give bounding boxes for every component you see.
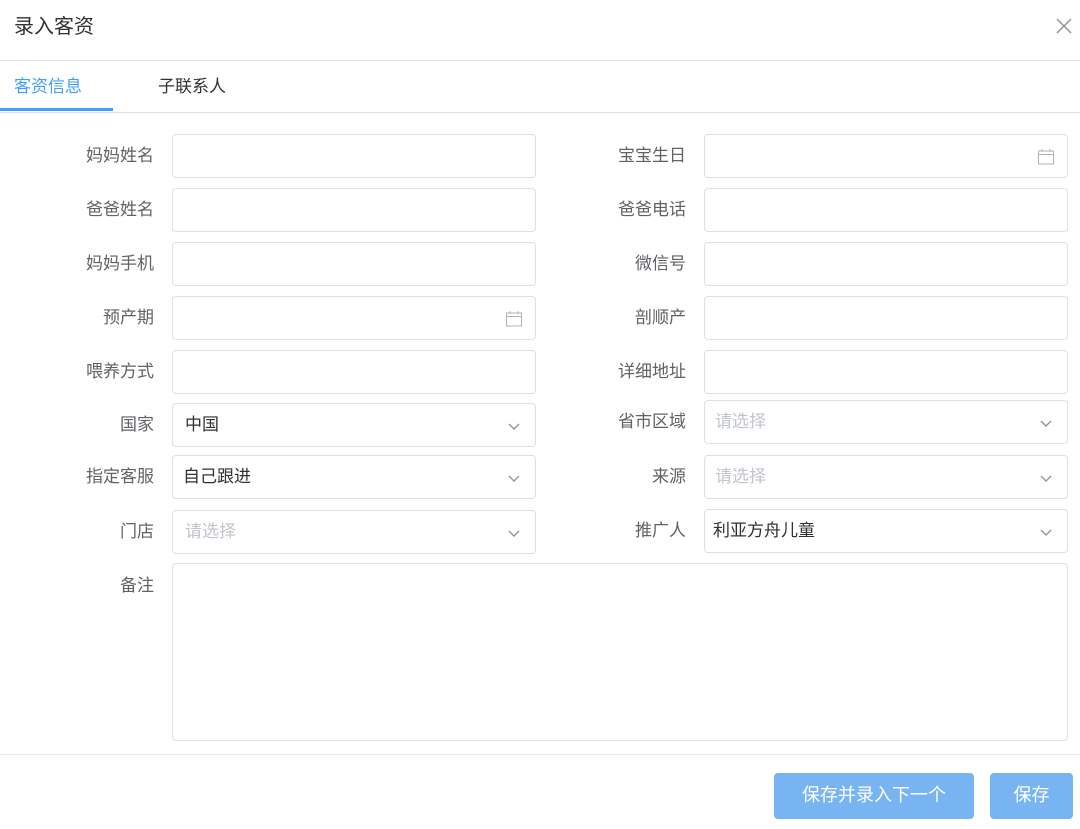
father-phone-input[interactable] (705, 189, 1067, 231)
source-label: 来源 (652, 467, 686, 487)
wechat-label: 微信号 (635, 254, 686, 274)
remark-field (172, 563, 1068, 741)
chevron-down-icon (508, 423, 520, 430)
address-field (704, 350, 1068, 394)
mother-name-input[interactable] (173, 135, 535, 177)
region-select[interactable]: 请选择 (704, 400, 1068, 444)
tab-bar: 客资信息 子联系人 (0, 62, 1080, 113)
baby-birthday-input[interactable] (705, 135, 1067, 177)
baby-birthday-label: 宝宝生日 (618, 146, 686, 166)
father-name-input[interactable] (173, 189, 535, 231)
father-phone-label: 爸爸电话 (618, 200, 686, 220)
remark-label: 备注 (120, 576, 154, 596)
mother-mobile-input[interactable] (173, 243, 535, 285)
store-placeholder: 请选择 (185, 522, 236, 542)
remark-textarea[interactable] (173, 564, 1067, 740)
tab-sub-contacts[interactable]: 子联系人 (158, 62, 226, 110)
mother-name-field (172, 134, 536, 178)
source-select[interactable]: 请选择 (704, 455, 1068, 499)
father-phone-field (704, 188, 1068, 232)
promoter-select[interactable]: 利亚方舟儿童 (704, 509, 1068, 553)
country-selected-value: 中国 (185, 415, 219, 435)
due-date-label: 预产期 (103, 308, 154, 328)
mother-name-label: 妈妈姓名 (86, 146, 154, 166)
close-button[interactable] (1052, 14, 1076, 38)
chevron-down-icon (1040, 529, 1052, 536)
baby-birthday-field (704, 134, 1068, 178)
dialog-title: 录入客资 (14, 14, 94, 38)
dialog-header: 录入客资 (0, 0, 1080, 61)
save-and-next-button[interactable]: 保存并录入下一个 (774, 773, 974, 819)
father-name-label: 爸爸姓名 (86, 200, 154, 220)
store-select[interactable]: 请选择 (172, 510, 536, 554)
feeding-label: 喂养方式 (86, 362, 154, 382)
source-placeholder: 请选择 (715, 467, 766, 487)
feeding-field (172, 350, 536, 394)
chevron-down-icon (508, 475, 520, 482)
address-label: 详细地址 (618, 362, 686, 382)
due-date-input[interactable] (173, 297, 535, 339)
promoter-selected-value: 利亚方舟儿童 (713, 521, 815, 541)
chevron-down-icon (508, 530, 520, 537)
country-select[interactable]: 中国 (172, 403, 536, 447)
service-select[interactable]: 自己跟进 (172, 455, 536, 499)
country-label: 国家 (120, 415, 154, 435)
delivery-type-label: 剖顺产 (635, 308, 686, 328)
dialog-footer: 保存并录入下一个 保存 (0, 754, 1080, 829)
feeding-input[interactable] (173, 351, 535, 393)
father-name-field (172, 188, 536, 232)
wechat-input[interactable] (705, 243, 1067, 285)
mother-mobile-field (172, 242, 536, 286)
calendar-icon[interactable] (1037, 148, 1055, 166)
chevron-down-icon (1040, 475, 1052, 482)
region-placeholder: 请选择 (715, 412, 766, 432)
active-tab-indicator (0, 108, 113, 111)
delivery-type-field (704, 296, 1068, 340)
wechat-field (704, 242, 1068, 286)
due-date-field (172, 296, 536, 340)
service-selected-value: 自己跟进 (183, 467, 251, 487)
delivery-type-input[interactable] (705, 297, 1067, 339)
close-icon (1056, 18, 1072, 34)
calendar-icon[interactable] (505, 310, 523, 328)
chevron-down-icon (1040, 420, 1052, 427)
address-input[interactable] (705, 351, 1067, 393)
save-button[interactable]: 保存 (990, 773, 1073, 819)
promoter-label: 推广人 (635, 521, 686, 541)
tab-customer-info[interactable]: 客资信息 (14, 62, 82, 110)
service-label: 指定客服 (86, 467, 154, 487)
store-label: 门店 (120, 522, 154, 542)
region-label: 省市区域 (618, 412, 686, 432)
mother-mobile-label: 妈妈手机 (86, 254, 154, 274)
